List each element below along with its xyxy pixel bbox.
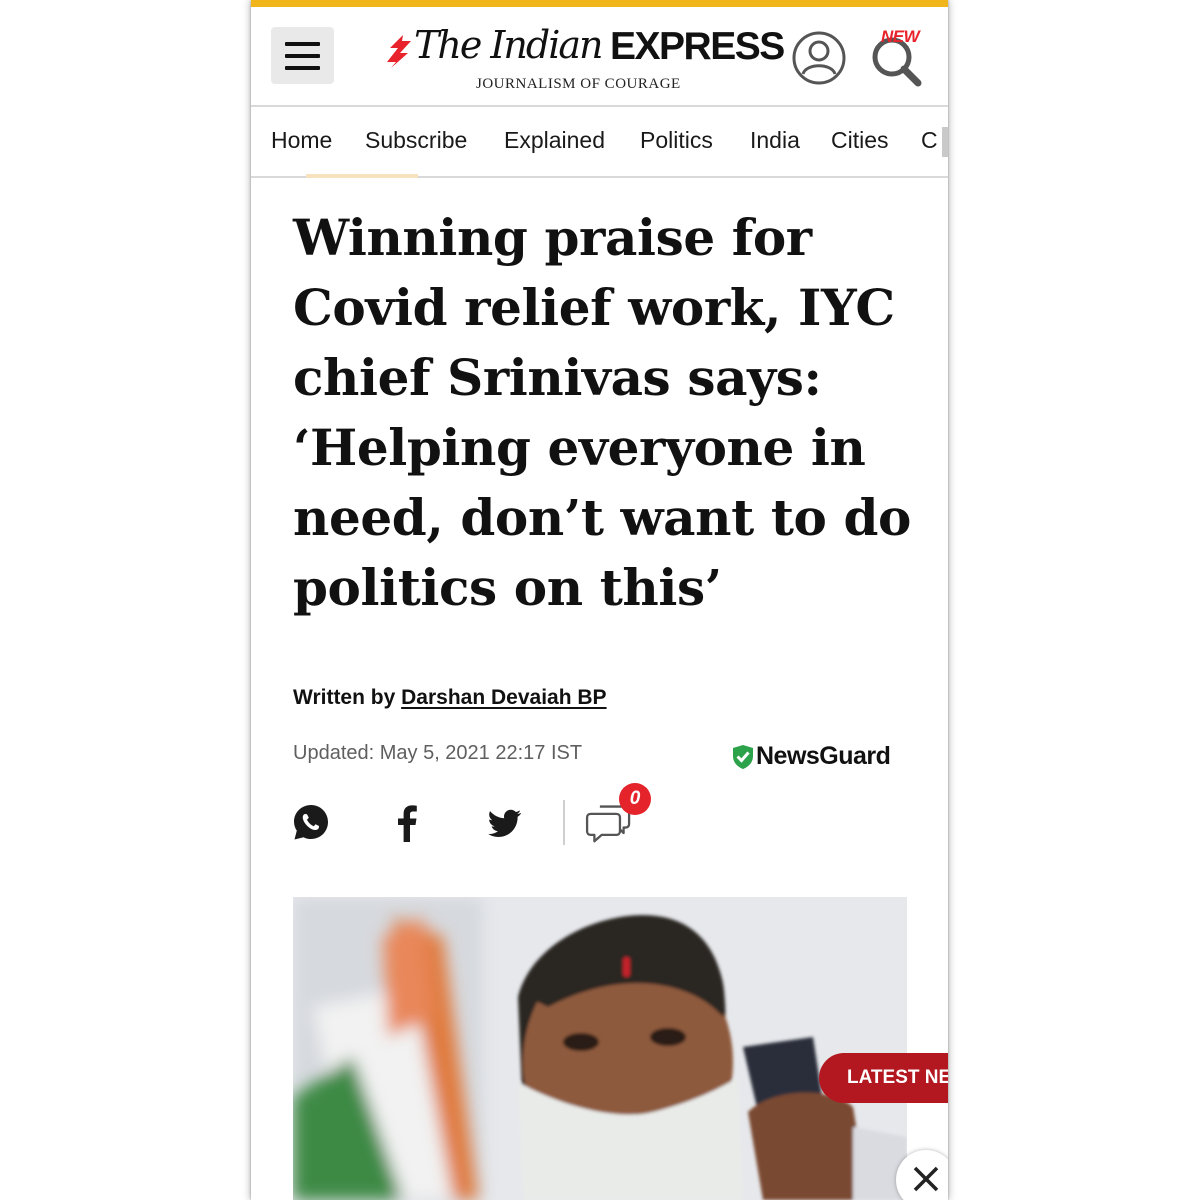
twitter-icon[interactable] — [485, 802, 525, 844]
photo-illustration — [293, 897, 907, 1200]
whatsapp-icon[interactable] — [291, 802, 331, 844]
byline: Written by Darshan Devaiah BP — [293, 686, 607, 710]
newsguard-label: NewsGuard — [756, 742, 891, 770]
article-headline: Winning praise for Covid relief work, IY… — [293, 208, 911, 617]
close-icon — [913, 1166, 939, 1192]
nav-item-more[interactable]: C — [921, 127, 938, 154]
latest-news-tab[interactable]: LATEST NEW — [819, 1053, 948, 1103]
logo-express: EXPRESS — [610, 25, 785, 68]
account-icon[interactable] — [791, 30, 847, 86]
share-divider — [563, 800, 565, 845]
site-logo[interactable]: The Indian EXPRESS JOURNALISM OF COURAGE — [384, 23, 785, 98]
top-accent-bar — [251, 0, 948, 7]
close-button[interactable] — [896, 1150, 948, 1200]
nav-item-subscribe[interactable]: Subscribe — [365, 127, 467, 154]
logo-the-indian: The Indian — [414, 23, 603, 67]
nav-active-indicator — [306, 174, 418, 178]
comment-count-badge: 0 — [619, 783, 651, 815]
nav-scrollbar[interactable] — [942, 127, 948, 157]
shield-check-icon — [733, 745, 753, 769]
facebook-icon[interactable] — [395, 802, 419, 844]
section-nav: Home Subscribe Explained Politics India … — [251, 107, 948, 176]
logo-wordmark: The Indian EXPRESS — [384, 23, 785, 74]
nav-item-politics[interactable]: Politics — [640, 127, 713, 154]
author-link[interactable]: Darshan Devaiah BP — [401, 686, 606, 709]
new-badge: NEW — [881, 27, 920, 46]
nav-item-cities[interactable]: Cities — [831, 127, 889, 154]
nav-item-explained[interactable]: Explained — [504, 127, 605, 154]
mobile-page: The Indian EXPRESS JOURNALISM OF COURAGE… — [251, 0, 948, 1200]
flame-icon — [387, 35, 411, 68]
article-photo[interactable] — [293, 897, 907, 1200]
logo-tagline: JOURNALISM OF COURAGE — [476, 76, 681, 92]
hamburger-icon — [285, 42, 320, 46]
nav-item-home[interactable]: Home — [271, 127, 332, 154]
nav-item-india[interactable]: India — [750, 127, 800, 154]
menu-button[interactable] — [271, 27, 334, 84]
byline-prefix: Written by — [293, 686, 396, 709]
updated-timestamp: Updated: May 5, 2021 22:17 IST — [293, 742, 583, 764]
